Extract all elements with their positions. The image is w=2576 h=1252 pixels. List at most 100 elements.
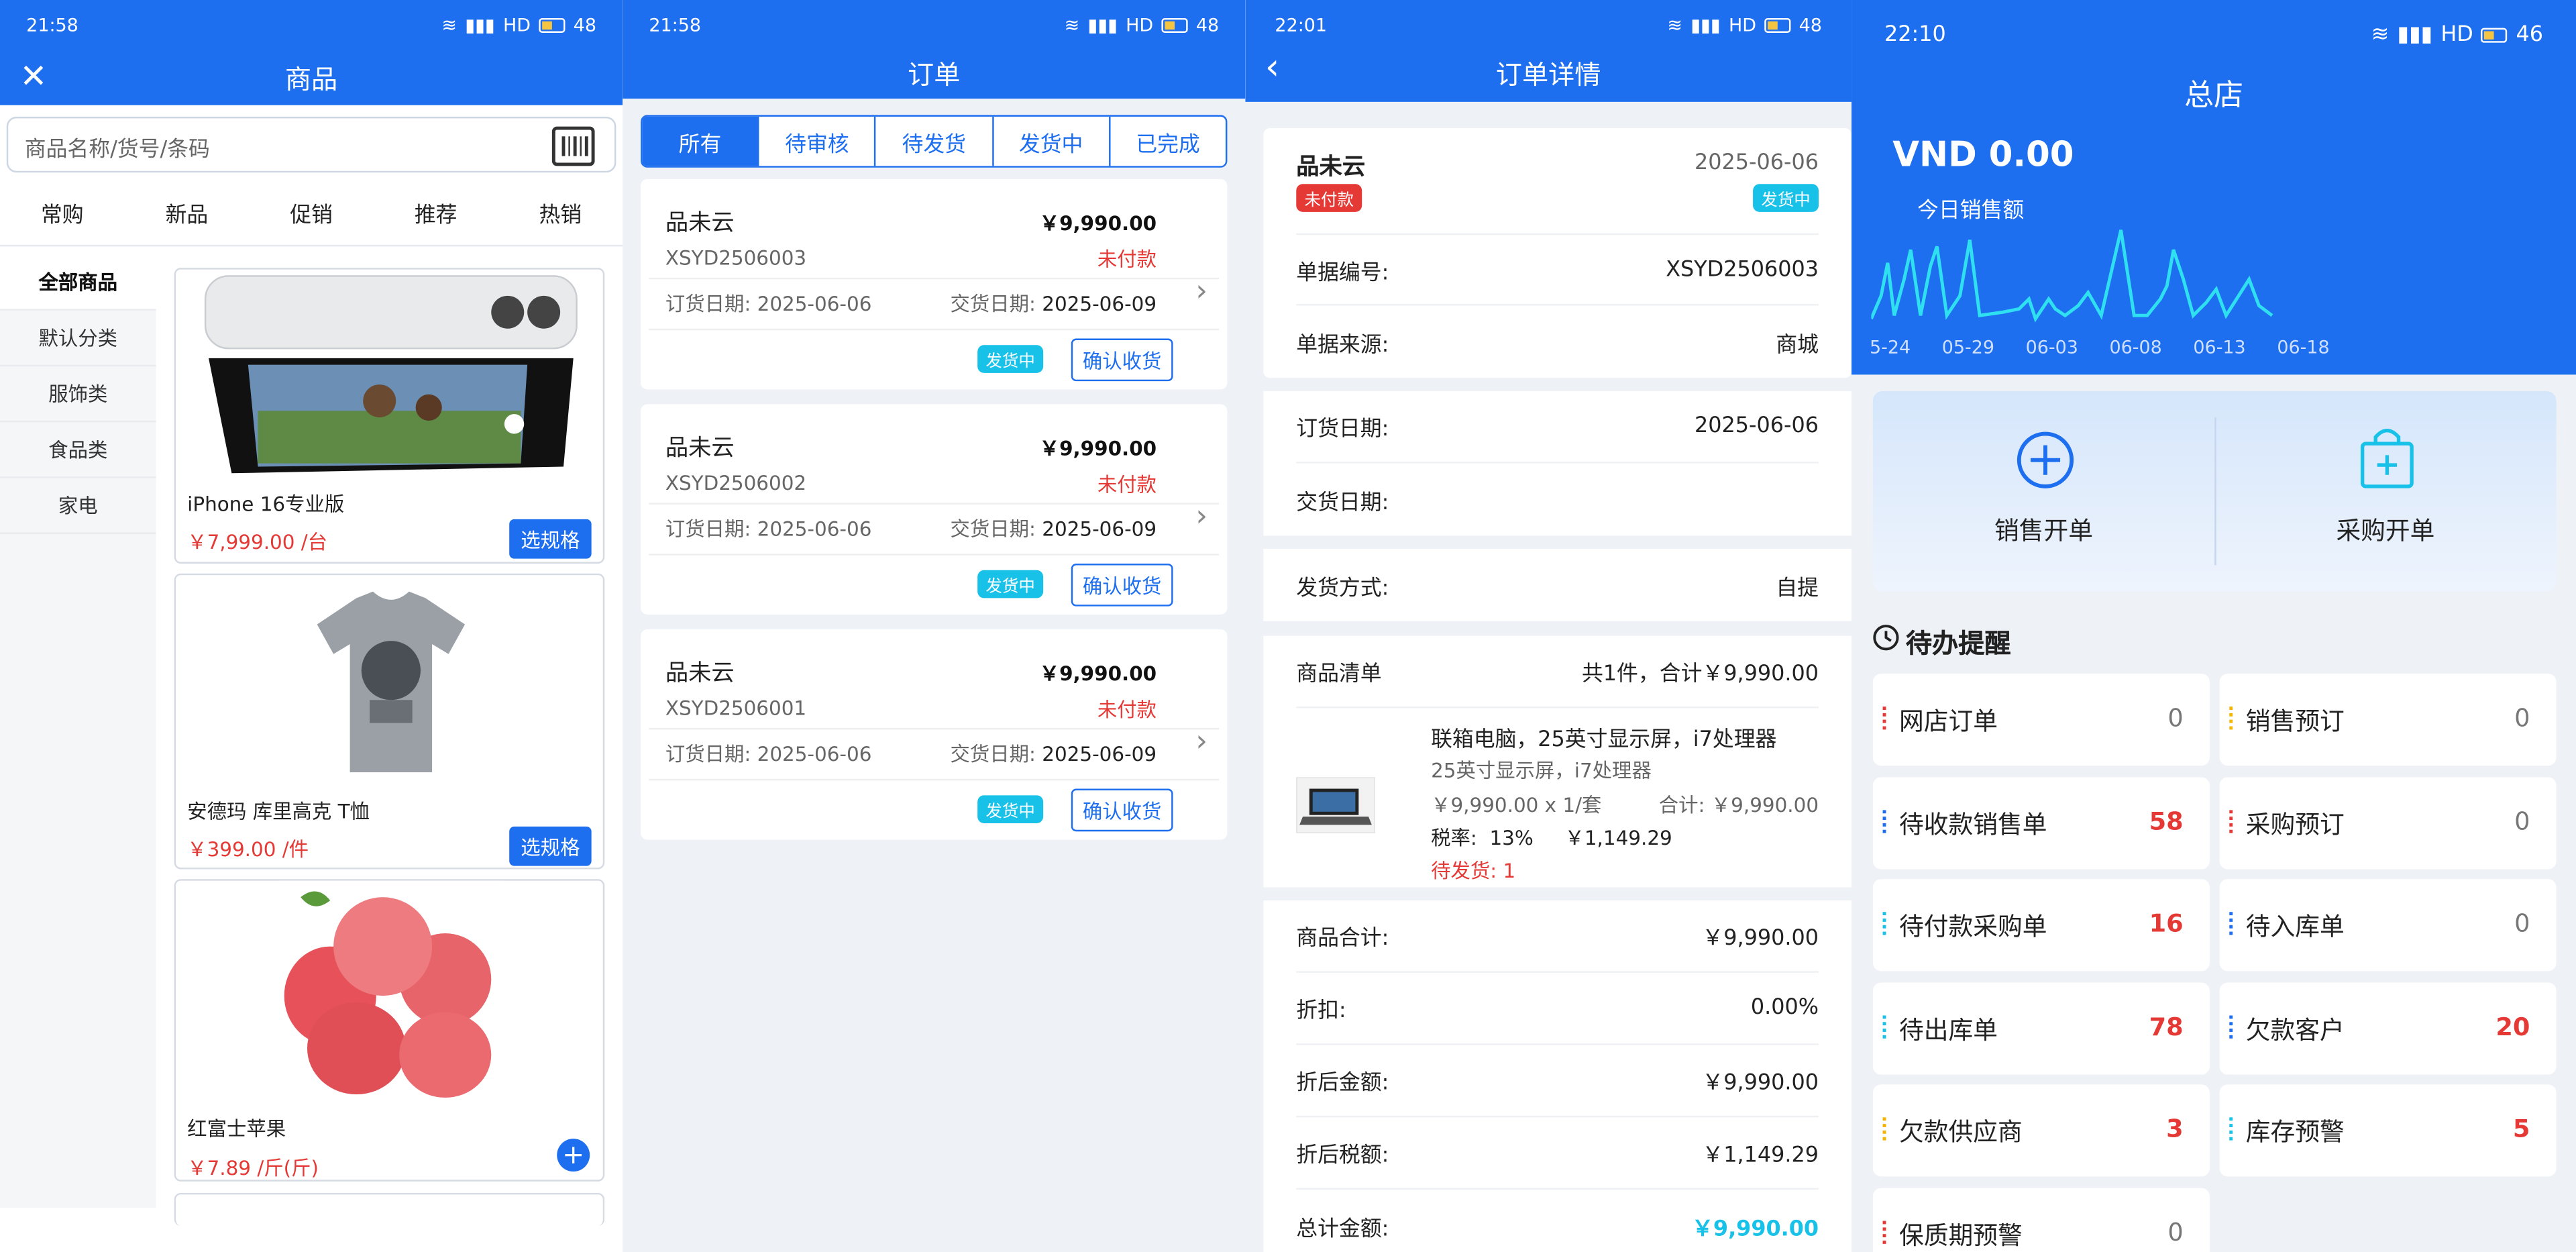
pending-item[interactable]: 待收款销售单 58 — [1872, 776, 2210, 869]
shipping-status-badge: 发货中 — [1753, 184, 1819, 212]
grand-total-row: 总计金额: ￥9,990.00 — [1296, 1216, 1819, 1242]
order-card[interactable]: 品未云 ￥9,990.00 XSYD2506001 未付款 订货日期: 2025… — [641, 629, 1228, 840]
pending-label: 待入库单 — [2245, 912, 2345, 942]
battery-icon — [1161, 17, 1188, 32]
category-apparel[interactable]: 服饰类 — [0, 366, 156, 423]
status-dots-icon — [2229, 912, 2234, 935]
pending-label: 待付款采购单 — [1899, 912, 2047, 942]
category-food[interactable]: 食品类 — [0, 422, 156, 478]
add-to-cart-button[interactable]: + — [557, 1139, 590, 1172]
battery-icon — [539, 17, 566, 32]
status-dots-icon — [1882, 707, 1888, 730]
order-shop: 品未云 — [665, 435, 735, 462]
pending-count: 16 — [2149, 908, 2184, 939]
doc-source-row: 单据来源: 商城 — [1296, 332, 1819, 358]
status-time: 21:58 — [649, 13, 701, 36]
tab-recommend[interactable]: 推荐 — [415, 197, 458, 229]
product-card[interactable]: iPhone 16专业版 ￥7,999.00 /台 选规格 — [174, 268, 605, 564]
status-bar: 22:10 ≋ ▮▮▮ HD 46 — [1851, 10, 2576, 59]
back-icon[interactable]: ‹ — [1265, 50, 1280, 87]
status-dots-icon — [2229, 1014, 2234, 1038]
status-time: 21:58 — [26, 13, 78, 36]
order-detail-screen: 22:01 ≋ ▮▮▮ HD 48 ‹ 订单详情 品未云 未付款 2025-06-06 … — [1245, 0, 1852, 1252]
order-status-tabs: 所有 待审核 待发货 发货中 已完成 — [641, 115, 1228, 168]
category-default[interactable]: 默认分类 — [0, 311, 156, 367]
tab-frequent[interactable]: 常购 — [41, 197, 84, 229]
product-name: iPhone 16专业版 — [187, 492, 345, 516]
pending-item[interactable]: 待入库单 0 — [2219, 879, 2557, 972]
status-time: 22:01 — [1275, 13, 1328, 36]
home-screen: 22:10 ≋ ▮▮▮ HD 46 总店 VND 0.00 今日销售额 5-24 05… — [1851, 0, 2576, 1252]
tab-all[interactable]: 所有 — [642, 116, 758, 166]
category-all[interactable]: 全部商品 — [0, 254, 156, 311]
battery-icon — [1764, 17, 1791, 32]
delivery-date-row: 交货日期: — [1296, 490, 1389, 515]
goods-list-block: 商品清单 共1件，合计￥9,990.00 联箱电脑，25英寸显示屏，i7处理器 2… — [1263, 635, 1852, 888]
goods-list-header: 商品清单 共1件，合计￥9,990.00 — [1296, 636, 1819, 709]
item-qty: ￥9,990.00 x 1/套 — [1431, 793, 1602, 817]
purchase-order-button[interactable]: 采购开单 — [2214, 391, 2556, 592]
product-price: ￥7.89 /斤(斤) — [187, 1157, 319, 1180]
product-price: ￥399.00 /件 — [187, 837, 309, 862]
item-name: 联箱电脑，25英寸显示屏，i7处理器 — [1431, 727, 1777, 753]
confirm-receipt-button[interactable]: 确认收货 — [1071, 338, 1173, 382]
x-tick: 06-08 — [2109, 337, 2162, 358]
wifi-icon: ≋ — [1667, 13, 1682, 36]
product-price: ￥7,999.00 /台 — [187, 531, 328, 554]
pending-item[interactable]: 待付款采购单 16 — [1872, 879, 2210, 972]
battery-icon — [2481, 27, 2508, 42]
pending-item[interactable]: 销售预订 0 — [2219, 674, 2557, 766]
order-date: 2025-06-06 — [1694, 151, 1819, 176]
tab-pending-ship[interactable]: 待发货 — [874, 116, 991, 166]
pending-label: 采购预订 — [2245, 809, 2345, 839]
order-shop: 品未云 — [665, 660, 735, 687]
confirm-receipt-button[interactable]: 确认收货 — [1071, 564, 1173, 607]
pending-item[interactable]: 保质期预警 0 — [1872, 1187, 2210, 1252]
search-placeholder: 商品名称/货号/条码 — [24, 138, 210, 163]
status-dots-icon — [2229, 809, 2234, 833]
select-spec-button[interactable]: 选规格 — [509, 826, 592, 866]
search-input[interactable]: 商品名称/货号/条码 — [6, 116, 616, 173]
status-badge: 发货中 — [977, 795, 1044, 823]
status-bar: 22:01 ≋ ▮▮▮ HD 48 — [1245, 0, 1851, 49]
hd-indicator: HD — [1728, 13, 1756, 36]
status-dots-icon — [1882, 809, 1888, 833]
status-badge: 发货中 — [977, 345, 1044, 373]
pending-count: 0 — [2514, 806, 2530, 836]
category-appliance[interactable]: 家电 — [0, 478, 156, 534]
purchase-order-label: 采购开单 — [2336, 515, 2435, 546]
x-tick: 06-18 — [2277, 337, 2330, 358]
order-number: XSYD2506001 — [665, 696, 807, 720]
orders-screen: 21:58 ≋ ▮▮▮ HD 48 订单 所有 待审核 待发货 发货中 已完成 品未云… — [623, 0, 1246, 1252]
product-card[interactable]: 安德玛 库里高克 T恤 ￥399.00 /件 选规格 — [174, 573, 605, 870]
tab-promo[interactable]: 促销 — [290, 197, 333, 229]
tab-shipping[interactable]: 发货中 — [991, 116, 1108, 166]
pending-count: 5 — [2512, 1114, 2530, 1144]
pending-label: 欠款客户 — [2245, 1014, 2345, 1045]
product-name: 红富士苹果 — [187, 1117, 286, 1141]
tab-pending-review[interactable]: 待审核 — [757, 116, 874, 166]
pending-item[interactable]: 采购预订 0 — [2219, 776, 2557, 869]
pending-item[interactable]: 欠款客户 20 — [2219, 982, 2557, 1074]
status-dots-icon — [1882, 1220, 1888, 1243]
tab-new[interactable]: 新品 — [166, 197, 209, 229]
select-spec-button[interactable]: 选规格 — [509, 519, 592, 559]
product-card[interactable]: 红富士苹果 ￥7.89 /斤(斤) + — [174, 879, 605, 1182]
order-card[interactable]: 品未云 ￥9,990.00 XSYD2506002 未付款 订货日期: 2025… — [641, 404, 1228, 615]
confirm-receipt-button[interactable]: 确认收货 — [1071, 788, 1173, 832]
pending-item[interactable]: 欠款供应商 3 — [1872, 1084, 2210, 1177]
close-icon[interactable]: ✕ — [19, 59, 47, 92]
delivery-date: 交货日期: 2025-06-09 — [950, 292, 1157, 316]
hd-indicator: HD — [2440, 22, 2473, 47]
pending-label: 待出库单 — [1899, 1014, 1998, 1045]
barcode-scan-icon[interactable] — [551, 126, 595, 166]
tab-hot[interactable]: 热销 — [539, 197, 582, 229]
sales-order-button[interactable]: 销售开单 — [1873, 391, 2214, 592]
order-card[interactable]: 品未云 ￥9,990.00 XSYD2506003 未付款 订货日期: 2025… — [641, 178, 1228, 390]
pending-item[interactable]: 网店订单 0 — [1872, 674, 2210, 766]
pending-item[interactable]: 库存预警 5 — [2219, 1084, 2557, 1177]
chevron-right-icon: › — [1195, 274, 1208, 309]
page-title: 商品 — [284, 64, 338, 96]
tab-done[interactable]: 已完成 — [1108, 116, 1226, 166]
pending-item[interactable]: 待出库单 78 — [1872, 982, 2210, 1074]
